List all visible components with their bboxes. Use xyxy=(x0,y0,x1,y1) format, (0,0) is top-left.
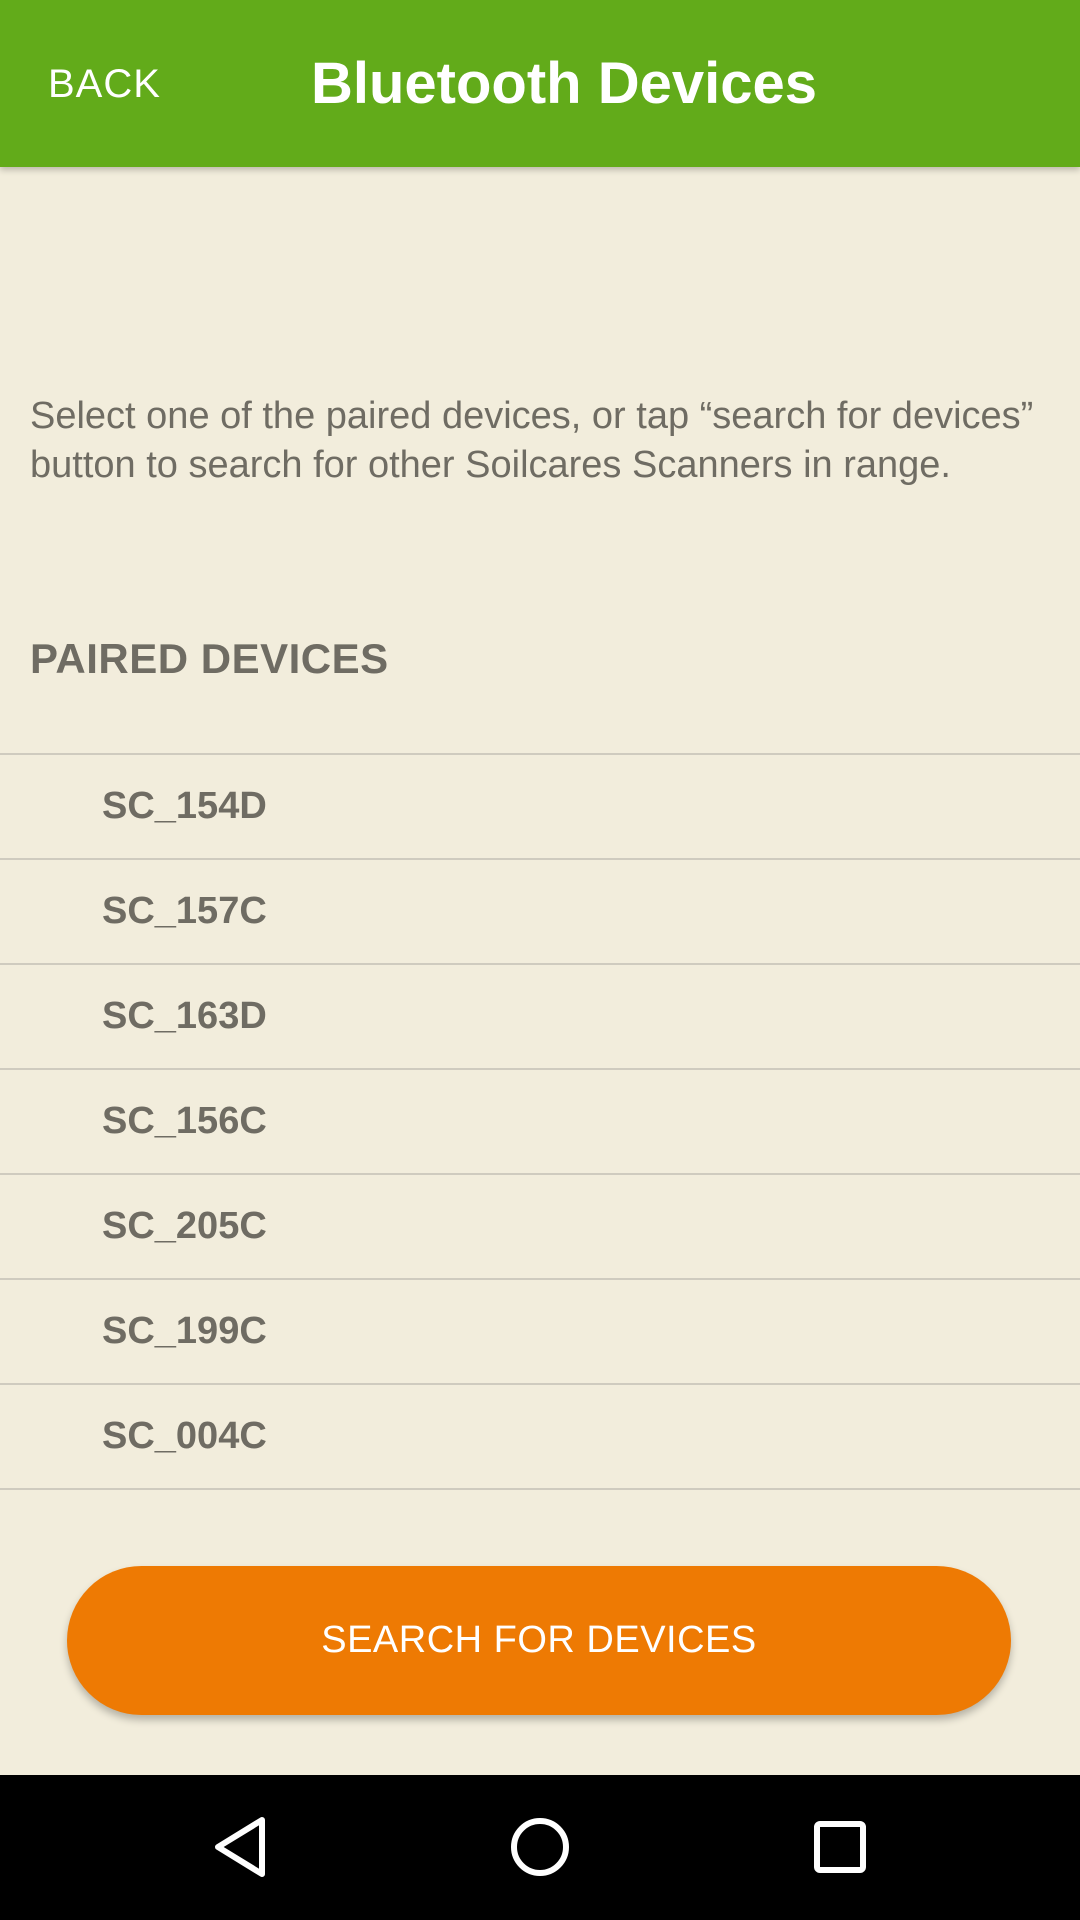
app-bar: BACK Bluetooth Devices xyxy=(0,0,1080,167)
page-title: Bluetooth Devices xyxy=(311,51,817,116)
paired-device-list: SC_154D SC_157C SC_163D SC_156C SC_205C … xyxy=(0,753,1080,1490)
device-item[interactable]: SC_157C xyxy=(0,860,1080,965)
nav-back-button[interactable] xyxy=(190,1797,290,1897)
back-triangle-icon xyxy=(215,1817,265,1877)
system-nav-bar xyxy=(0,1775,1080,1920)
device-item[interactable]: SC_004C xyxy=(0,1385,1080,1490)
instructions-text: Select one of the paired devices, or tap… xyxy=(30,395,1034,486)
search-for-devices-button[interactable]: SEARCH FOR DEVICES xyxy=(67,1566,1011,1715)
paired-devices-header: PAIRED DEVICES xyxy=(30,635,389,682)
device-item[interactable]: SC_156C xyxy=(0,1070,1080,1175)
home-circle-icon xyxy=(511,1818,569,1876)
nav-home-button[interactable] xyxy=(490,1797,590,1897)
recents-square-icon xyxy=(814,1821,866,1873)
device-item[interactable]: SC_163D xyxy=(0,965,1080,1070)
nav-recents-button[interactable] xyxy=(790,1797,890,1897)
device-item[interactable]: SC_154D xyxy=(0,755,1080,860)
device-item[interactable]: SC_205C xyxy=(0,1175,1080,1280)
device-item[interactable]: SC_199C xyxy=(0,1280,1080,1385)
